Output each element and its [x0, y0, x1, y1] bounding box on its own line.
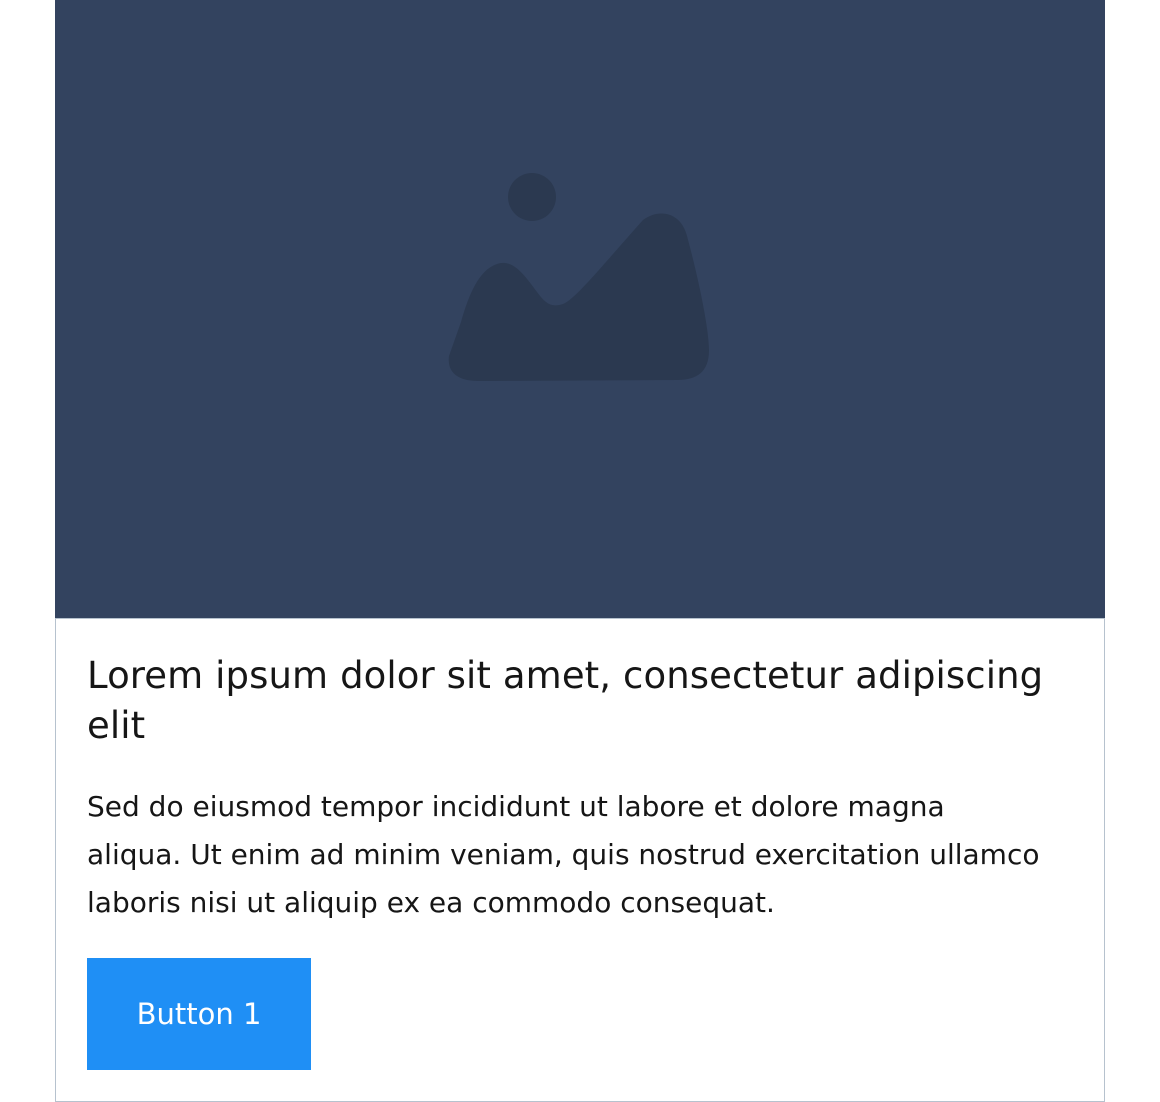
- card-description: Sed do eiusmod tempor incididunt ut labo…: [87, 790, 1040, 919]
- image-placeholder-icon: [448, 173, 709, 381]
- card-title: Lorem ipsum dolor sit amet, consectetur …: [87, 654, 1044, 747]
- card: Lorem ipsum dolor sit amet, consectetur …: [55, 0, 1105, 1102]
- primary-button[interactable]: Button 1: [87, 958, 311, 1070]
- card-media: [55, 0, 1105, 619]
- image-placeholder-sun: [508, 173, 556, 221]
- card-content: Lorem ipsum dolor sit amet, consectetur …: [55, 618, 1105, 1102]
- image-placeholder-mountain: [448, 213, 709, 381]
